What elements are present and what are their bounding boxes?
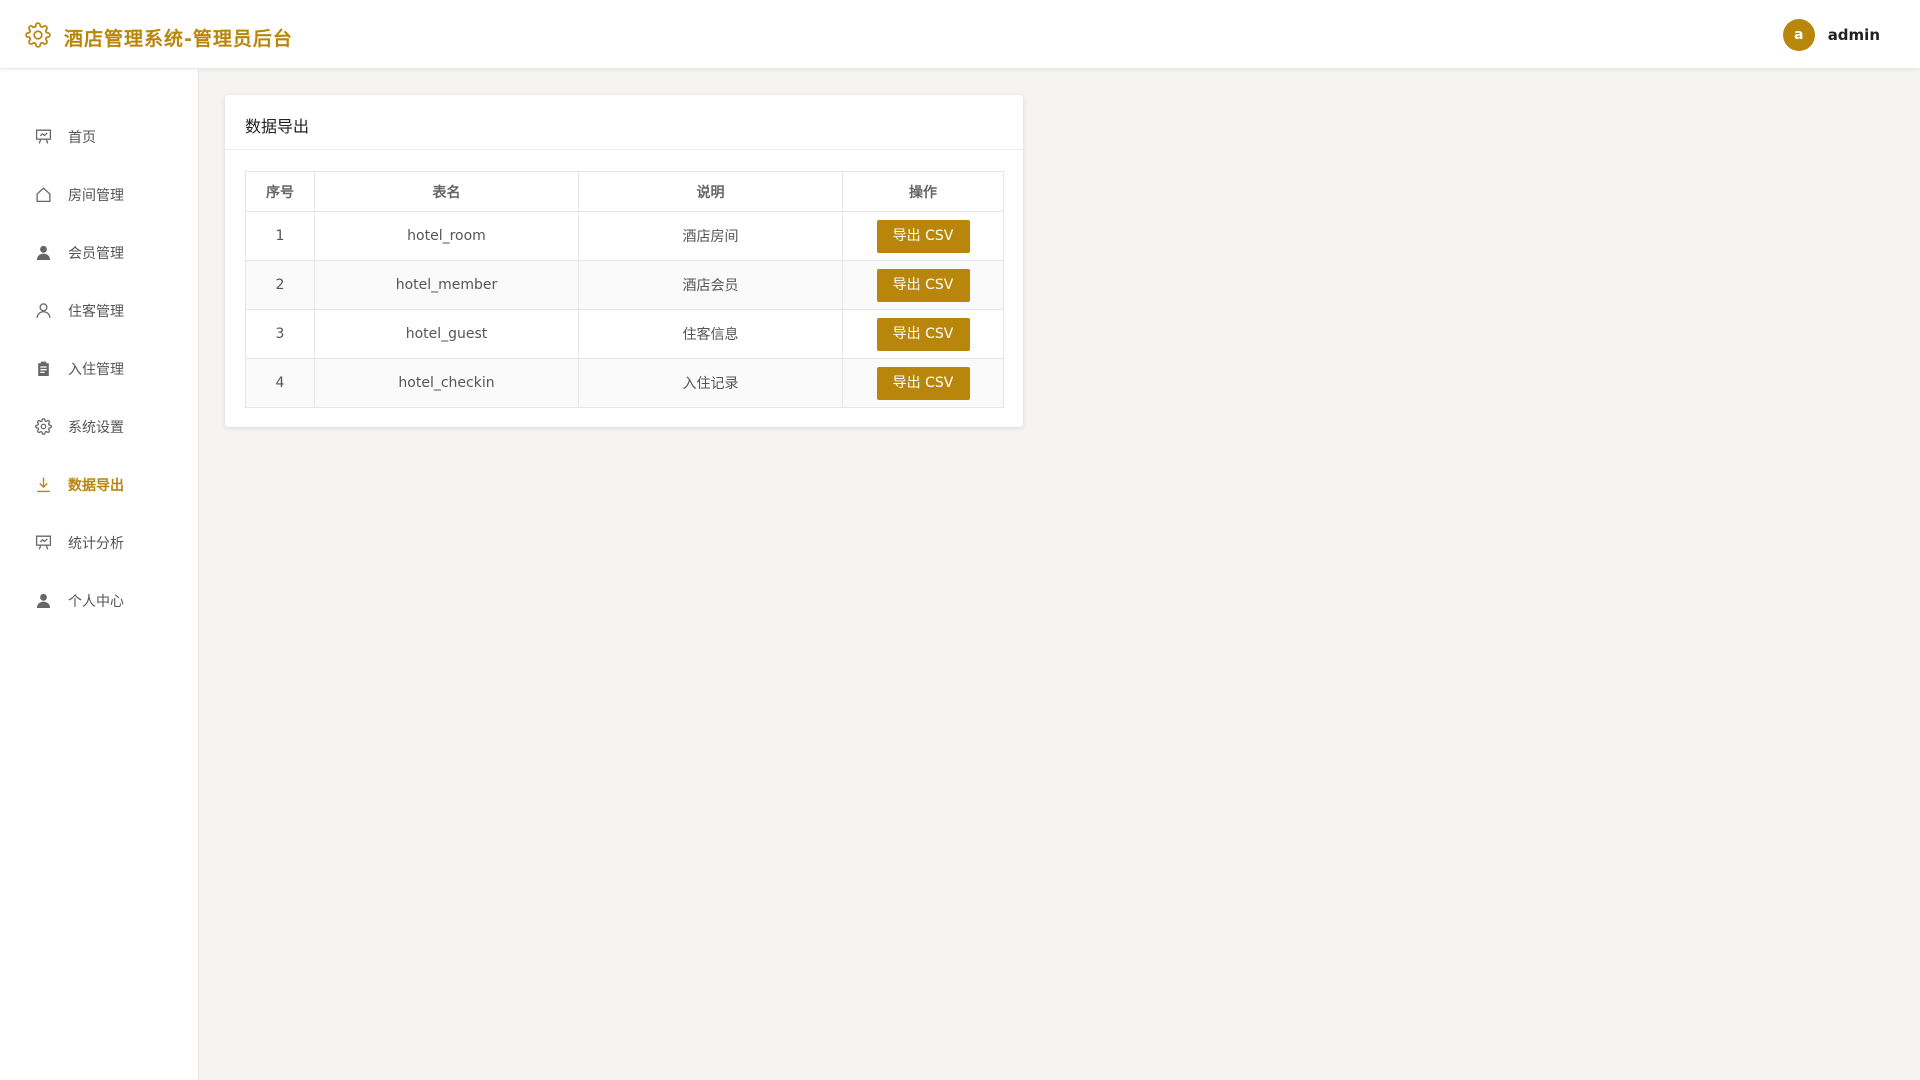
data-export-card: 数据导出 序号 表名 说明 操作 1 hotel_room 酒店房间 导出 CS… <box>225 95 1023 427</box>
gear-icon <box>25 22 51 52</box>
cell-description: 酒店会员 <box>578 260 843 310</box>
user-outline-icon <box>35 302 52 319</box>
sidebar-item-label: 住客管理 <box>68 304 124 320</box>
username[interactable]: admin <box>1828 26 1880 44</box>
sidebar-item-label: 房间管理 <box>68 188 124 204</box>
export-csv-button[interactable]: 导出 CSV <box>876 268 970 302</box>
cell-table-name: hotel_checkin <box>314 358 579 408</box>
cell-table-name: hotel_member <box>314 260 579 310</box>
sidebar-item-statistics[interactable]: 统计分析 <box>0 522 198 562</box>
export-csv-button[interactable]: 导出 CSV <box>876 317 970 351</box>
cell-description: 住客信息 <box>578 309 843 359</box>
cell-index: 4 <box>245 358 315 408</box>
cell-table-name: hotel_room <box>314 211 579 261</box>
sidebar-item-home[interactable]: 首页 <box>0 116 198 156</box>
cell-action: 导出 CSV <box>842 358 1004 408</box>
card-title: 数据导出 <box>225 95 1023 150</box>
table-header-row: 序号 表名 说明 操作 <box>245 171 1004 212</box>
table-row: 4 hotel_checkin 入住记录 导出 CSV <box>245 358 1004 408</box>
sidebar-item-label: 统计分析 <box>68 536 124 552</box>
user-menu[interactable]: a admin <box>1782 19 1880 51</box>
cell-action: 导出 CSV <box>842 260 1004 310</box>
sidebar-item-label: 系统设置 <box>68 420 124 436</box>
user-filled-icon <box>35 592 52 609</box>
sidebar-item-label: 会员管理 <box>68 246 124 262</box>
avatar[interactable]: a <box>1782 19 1815 51</box>
sidebar-item-settings[interactable]: 系统设置 <box>0 406 198 446</box>
sidebar-item-label: 首页 <box>68 130 96 146</box>
sidebar-item-label: 入住管理 <box>68 362 124 378</box>
presentation-icon <box>35 534 52 551</box>
sidebar: 首页 房间管理 会员管理 住客管理 入住管理 系统设置 数据导出 统计分析 个人… <box>0 69 199 1080</box>
sidebar-item-profile[interactable]: 个人中心 <box>0 580 198 620</box>
export-csv-button[interactable]: 导出 CSV <box>876 219 970 253</box>
column-header-table-name: 表名 <box>314 171 579 212</box>
column-header-action: 操作 <box>842 171 1004 212</box>
column-header-index: 序号 <box>245 171 315 212</box>
sidebar-item-rooms[interactable]: 房间管理 <box>0 174 198 214</box>
column-header-description: 说明 <box>578 171 843 212</box>
cell-table-name: hotel_guest <box>314 309 579 359</box>
cell-description: 酒店房间 <box>578 211 843 261</box>
table-row: 3 hotel_guest 住客信息 导出 CSV <box>245 309 1004 359</box>
gear-icon <box>35 418 52 435</box>
export-table: 序号 表名 说明 操作 1 hotel_room 酒店房间 导出 CSV 2 h… <box>245 171 1004 408</box>
cell-index: 2 <box>245 260 315 310</box>
cell-action: 导出 CSV <box>842 211 1004 261</box>
user-filled-icon <box>35 244 52 261</box>
download-icon <box>35 476 52 493</box>
cell-index: 3 <box>245 309 315 359</box>
top-header: 酒店管理系统-管理员后台 a admin <box>0 0 1920 69</box>
clipboard-icon <box>35 360 52 377</box>
sidebar-item-checkin[interactable]: 入住管理 <box>0 348 198 388</box>
export-csv-button[interactable]: 导出 CSV <box>876 366 970 400</box>
brand: 酒店管理系统-管理员后台 <box>25 22 293 52</box>
cell-action: 导出 CSV <box>842 309 1004 359</box>
sidebar-item-guests[interactable]: 住客管理 <box>0 290 198 330</box>
sidebar-item-label: 个人中心 <box>68 594 124 610</box>
table-row: 1 hotel_room 酒店房间 导出 CSV <box>245 211 1004 261</box>
export-table-wrapper: 序号 表名 说明 操作 1 hotel_room 酒店房间 导出 CSV 2 h… <box>245 171 1004 408</box>
sidebar-item-members[interactable]: 会员管理 <box>0 232 198 272</box>
app-title: 酒店管理系统-管理员后台 <box>64 27 293 50</box>
sidebar-item-data-export[interactable]: 数据导出 <box>0 464 198 504</box>
table-row: 2 hotel_member 酒店会员 导出 CSV <box>245 260 1004 310</box>
sidebar-item-label: 数据导出 <box>68 478 124 494</box>
cell-index: 1 <box>245 211 315 261</box>
home-icon <box>35 186 52 203</box>
presentation-icon <box>35 128 52 145</box>
cell-description: 入住记录 <box>578 358 843 408</box>
